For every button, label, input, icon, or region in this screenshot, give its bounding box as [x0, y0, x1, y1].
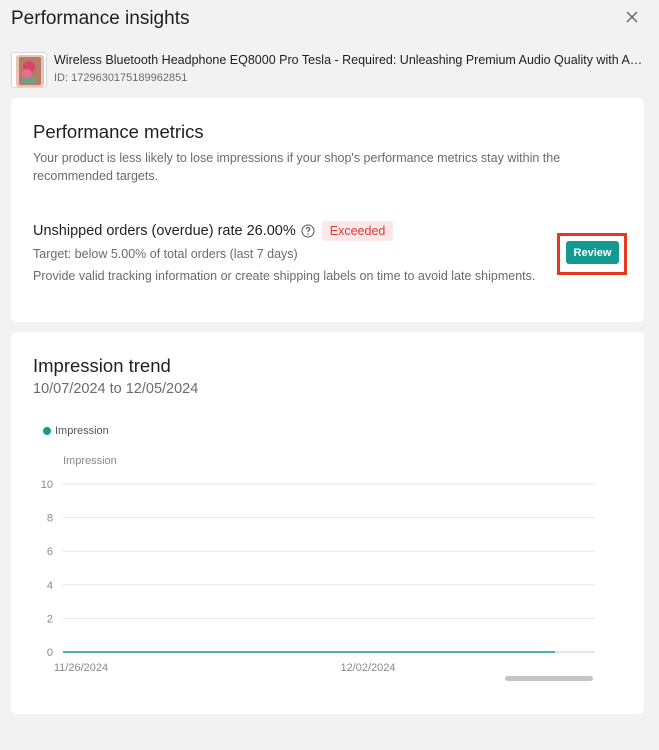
y-tick-label: 10 [41, 479, 53, 491]
trend-title: Impression trend [33, 355, 171, 376]
dialog-header: Performance insights [0, 0, 659, 42]
impression-trend-card: Impression trend 10/07/2024 to 12/05/202… [11, 332, 644, 714]
help-icon[interactable] [301, 224, 315, 238]
product-name: Wireless Bluetooth Headphone EQ8000 Pro … [54, 53, 644, 67]
y-tick-label: 4 [47, 580, 53, 592]
chart-grid [63, 483, 595, 653]
close-icon[interactable] [622, 7, 642, 27]
performance-metrics-card: Performance metrics Your product is less… [11, 98, 644, 322]
y-tick-label: 6 [47, 546, 53, 558]
metric-target: Target: below 5.00% of total orders (las… [33, 247, 298, 261]
chart-scrollbar[interactable] [505, 676, 593, 681]
chart-legend[interactable]: Impression [43, 425, 109, 437]
trend-date-range: 10/07/2024 to 12/05/2024 [33, 381, 199, 397]
x-tick-label: 12/02/2024 [340, 662, 395, 674]
product-thumbnail [11, 52, 47, 88]
legend-label: Impression [55, 425, 109, 437]
metrics-description: Your product is less likely to lose impr… [33, 151, 561, 183]
y-tick-label: 2 [47, 613, 53, 625]
status-badge: Exceeded [321, 221, 394, 241]
x-tick-label: 11/26/2024 [54, 662, 108, 674]
x-tick-labels: 11/26/2024 12/02/2024 [54, 662, 396, 674]
y-tick-label: 8 [47, 513, 53, 525]
product-summary: Wireless Bluetooth Headphone EQ8000 Pro … [0, 48, 659, 92]
dialog-title: Performance insights [11, 8, 190, 29]
y-tick-labels: 0 2 4 6 8 10 [41, 479, 53, 659]
metric-advice: Provide valid tracking information or cr… [33, 269, 536, 283]
y-tick-label: 0 [47, 647, 53, 659]
legend-dot [43, 427, 51, 435]
metric-value: 26.00% [246, 223, 296, 239]
metrics-title: Performance metrics [33, 121, 204, 142]
y-axis-label: Impression [63, 455, 117, 467]
review-button[interactable]: Review [566, 241, 619, 264]
metric-row: Unshipped orders (overdue) rate 26.00% E… [33, 220, 394, 242]
impression-chart: Impression 0 2 4 6 8 10 11/26/2024 12/02/2024 [41, 455, 595, 674]
product-id: ID: 1729630175189962851 [54, 72, 188, 84]
metric-label: Unshipped orders (overdue) rate [33, 223, 243, 239]
